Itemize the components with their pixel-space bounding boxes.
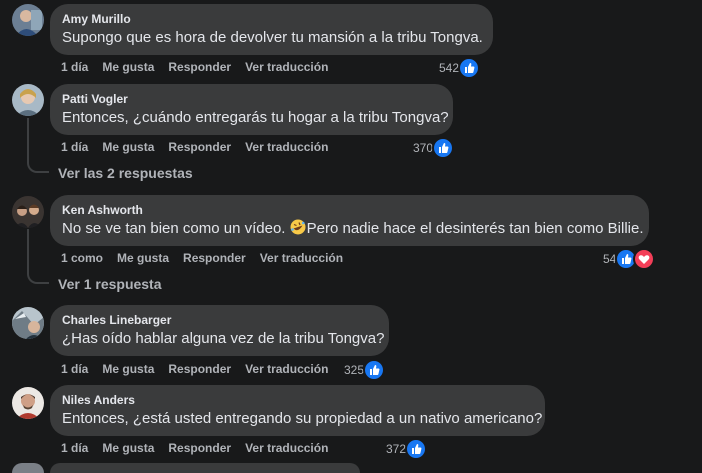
reply-button[interactable]: Responder	[168, 60, 231, 74]
reaction-summary[interactable]: 542	[439, 57, 481, 79]
like-button[interactable]: Me gusta	[102, 140, 154, 154]
avatar[interactable]	[12, 307, 44, 339]
reaction-count: 54	[603, 252, 617, 266]
reply-button[interactable]: Responder	[168, 362, 231, 376]
comment-text: Entonces, ¿está usted entregando su prop…	[62, 410, 543, 427]
reaction-count: 542	[439, 61, 460, 75]
view-replies-link[interactable]: Ver las 2 respuestas	[58, 165, 193, 181]
like-button[interactable]: Me gusta	[117, 251, 169, 265]
comment-bubble: Amy Murillo Supongo que es hora de devol…	[50, 4, 493, 55]
like-icon	[458, 57, 481, 79]
comment-author[interactable]: Ken Ashworth	[62, 202, 637, 218]
rofl-emoji	[290, 219, 306, 235]
like-button[interactable]: Me gusta	[102, 362, 154, 376]
comment-actions: 1 día Me gusta Responder Ver traducción	[61, 59, 342, 75]
comment-text: Supongo que es hora de devolver tu mansi…	[62, 29, 483, 46]
comment-text: No se ve tan bien como un vídeo. Pero na…	[62, 219, 644, 239]
comment-time[interactable]: 1 día	[61, 140, 88, 154]
comment-bubble: Ken Ashworth No se ve tan bien como un v…	[50, 195, 649, 246]
comment-author[interactable]: Amy Murillo	[62, 11, 481, 27]
reaction-count: 325	[344, 363, 365, 377]
comment-time[interactable]: 1 como	[61, 251, 103, 265]
comment-time[interactable]: 1 día	[61, 441, 88, 455]
comment-actions: 1 como Me gusta Responder Ver traducción	[61, 250, 357, 266]
avatar[interactable]	[12, 4, 44, 36]
like-icon	[405, 438, 428, 460]
comment-time[interactable]: 1 día	[61, 362, 88, 376]
comment-actions: 1 día Me gusta Responder Ver traducción	[61, 361, 342, 377]
view-replies-link[interactable]: Ver 1 respuesta	[58, 276, 162, 292]
translate-button[interactable]: Ver traducción	[245, 362, 328, 376]
like-icon	[432, 137, 455, 159]
reaction-summary[interactable]: 370	[413, 137, 455, 159]
reaction-summary[interactable]: 325	[344, 359, 386, 381]
comment-text-part: No se ve tan bien como un vídeo.	[62, 220, 290, 237]
reaction-summary[interactable]: 372	[386, 438, 428, 460]
reaction-summary[interactable]: 54	[603, 248, 656, 270]
translate-button[interactable]: Ver traducción	[260, 251, 343, 265]
comment-actions: 1 día Me gusta Responder Ver traducción	[61, 440, 342, 456]
avatar[interactable]	[12, 387, 44, 419]
comment-time[interactable]: 1 día	[61, 60, 88, 74]
reply-button[interactable]: Responder	[168, 441, 231, 455]
like-button[interactable]: Me gusta	[102, 441, 154, 455]
translate-button[interactable]: Ver traducción	[245, 60, 328, 74]
thread-connector	[27, 272, 49, 284]
comment-bubble	[50, 463, 360, 473]
comment-bubble: Charles Linebarger ¿Has oído hablar algu…	[50, 305, 389, 356]
reply-button[interactable]: Responder	[168, 140, 231, 154]
comment-actions: 1 día Me gusta Responder Ver traducción	[61, 139, 342, 155]
avatar[interactable]	[12, 196, 44, 228]
reaction-count: 370	[413, 141, 434, 155]
reaction-count: 372	[386, 442, 407, 456]
comment-text: Entonces, ¿cuándo entregarás tu hogar a …	[62, 109, 449, 126]
comment-author[interactable]: Patti Vogler	[62, 91, 441, 107]
love-icon	[633, 248, 656, 270]
thread-line	[27, 118, 29, 163]
avatar[interactable]	[12, 463, 44, 473]
like-icon	[363, 359, 386, 381]
translate-button[interactable]: Ver traducción	[245, 441, 328, 455]
translate-button[interactable]: Ver traducción	[245, 140, 328, 154]
like-button[interactable]: Me gusta	[102, 60, 154, 74]
comment-text: ¿Has oído hablar alguna vez de la tribu …	[62, 330, 385, 347]
comment-author[interactable]: Charles Linebarger	[62, 312, 377, 328]
comment-author[interactable]: Niles Anders	[62, 392, 533, 408]
avatar[interactable]	[12, 84, 44, 116]
thread-line	[27, 229, 29, 274]
comment-bubble: Patti Vogler Entonces, ¿cuándo entregará…	[50, 84, 453, 135]
thread-connector	[27, 161, 49, 173]
reply-button[interactable]: Responder	[183, 251, 246, 265]
comment-bubble: Niles Anders Entonces, ¿está usted entre…	[50, 385, 545, 436]
comment-text-part: Pero nadie hace el desinterés tan bien c…	[306, 220, 644, 237]
